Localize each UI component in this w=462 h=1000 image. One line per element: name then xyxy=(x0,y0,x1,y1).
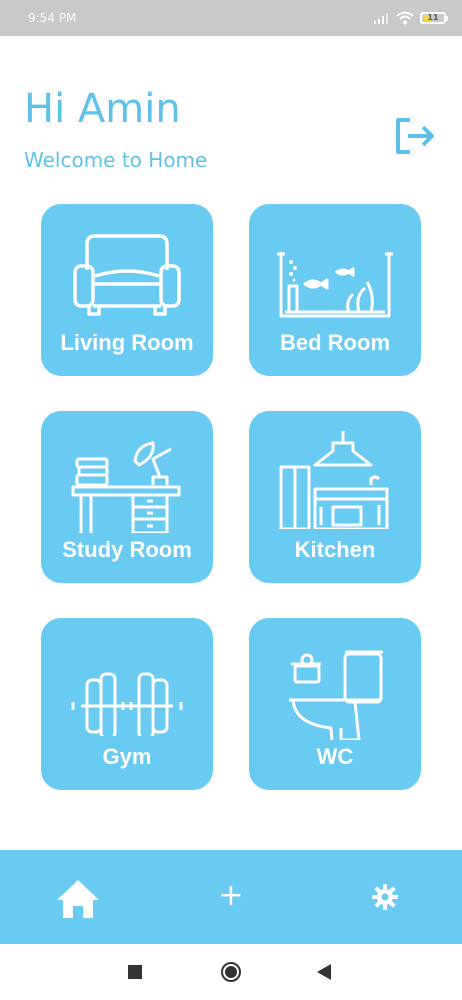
desk-icon xyxy=(71,441,181,533)
signal-icon xyxy=(374,13,388,24)
home-circle-icon[interactable] xyxy=(220,961,242,983)
add-button[interactable]: + xyxy=(218,878,244,914)
gear-icon[interactable] xyxy=(372,884,398,910)
room-label: Kitchen xyxy=(294,537,376,562)
back-icon[interactable] xyxy=(317,964,331,980)
aquarium-icon xyxy=(277,252,393,318)
status-bar: 9:54 PM 11 xyxy=(0,0,462,36)
status-time: 9:54 PM xyxy=(28,11,77,25)
room-label: Gym xyxy=(102,744,152,769)
room-tile-bed-room[interactable]: Bed Room xyxy=(249,204,421,376)
logout-icon[interactable] xyxy=(392,116,436,156)
room-label: Study Room xyxy=(62,537,192,562)
dumbbell-icon xyxy=(71,672,183,736)
status-icons: 11 xyxy=(374,9,448,27)
room-tile-study-room[interactable]: Study Room xyxy=(41,411,213,583)
home-icon[interactable] xyxy=(55,878,101,918)
android-nav-bar xyxy=(0,944,462,1000)
battery-icon: 11 xyxy=(420,12,448,24)
welcome-subtitle: Welcome to Home xyxy=(24,148,208,172)
bottom-nav: + xyxy=(0,850,462,944)
battery-level: 11 xyxy=(427,13,439,22)
room-label: WC xyxy=(316,744,354,769)
room-tile-kitchen[interactable]: Kitchen xyxy=(249,411,421,583)
sofa-icon xyxy=(73,234,181,316)
room-tile-living-room[interactable]: Living Room xyxy=(41,204,213,376)
recents-icon[interactable] xyxy=(128,965,142,979)
room-label: Living Room xyxy=(60,330,194,355)
room-tile-wc[interactable]: WC xyxy=(249,618,421,790)
wifi-icon xyxy=(396,11,414,25)
greeting-title: Hi Amin xyxy=(24,86,181,132)
add-icon: + xyxy=(218,878,244,913)
kitchen-icon xyxy=(279,431,389,529)
toilet-icon xyxy=(289,650,383,740)
room-tile-gym[interactable]: Gym xyxy=(41,618,213,790)
room-label: Bed Room xyxy=(280,330,390,355)
